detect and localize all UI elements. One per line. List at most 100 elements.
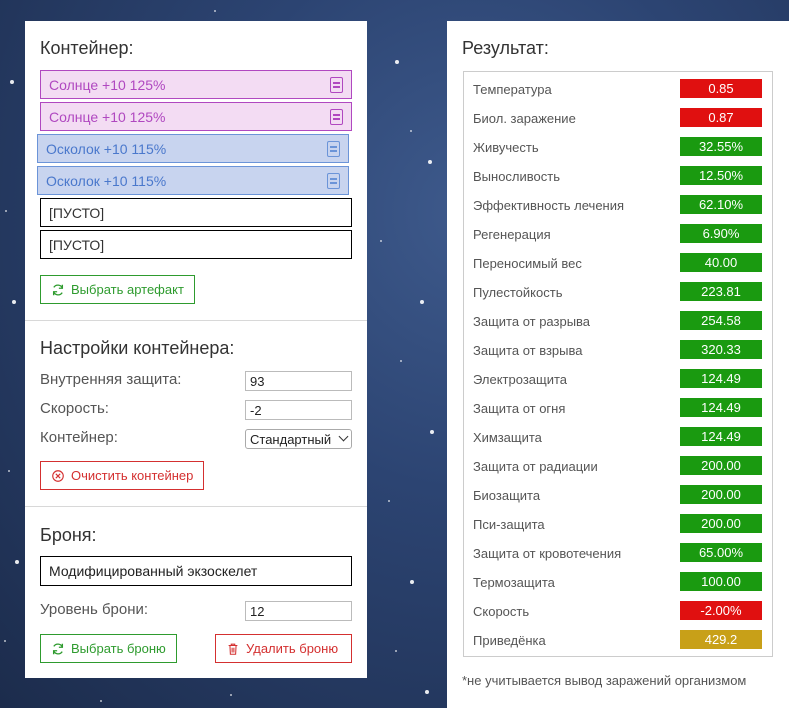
result-row: Пулестойкость 223.81 (464, 277, 772, 306)
artifact-slot[interactable]: [ПУСТО] (40, 230, 352, 259)
trash-icon (228, 643, 238, 655)
result-row-label: Приведёнка (473, 633, 546, 648)
result-row-value: 0.85 (680, 79, 762, 98)
result-row-label: Выносливость (473, 169, 560, 184)
result-row: Защита от огня 124.49 (464, 393, 772, 422)
select-artifact-label: Выбрать артефакт (71, 282, 184, 297)
result-row-label: Регенерация (473, 227, 551, 242)
result-row-value: 6.90% (680, 224, 762, 243)
document-icon (327, 141, 340, 157)
result-row-value: 429.2 (680, 630, 762, 649)
inner-protection-label: Внутренняя защита: (40, 371, 182, 388)
armor-level-label: Уровень брони: (40, 601, 149, 618)
result-row-label: Биозащита (473, 488, 541, 503)
result-row: Переносимый вес 40.00 (464, 248, 772, 277)
result-row-label: Живучесть (473, 140, 539, 155)
select-artifact-button[interactable]: Выбрать артефакт (40, 275, 195, 304)
result-row: Химзащита 124.49 (464, 422, 772, 451)
armor-name-field[interactable]: Модифицированный экзоскелет (40, 556, 352, 586)
artifact-slot-label: Осколок +10 115% (46, 172, 167, 189)
artifact-slot[interactable]: [ПУСТО] (40, 198, 352, 227)
result-row-value: 320.33 (680, 340, 762, 359)
artifact-slot-label: [ПУСТО] (49, 204, 105, 221)
result-row: Термозащита 100.00 (464, 567, 772, 596)
result-row-value: 200.00 (680, 514, 762, 533)
container-title: Контейнер: (40, 38, 134, 58)
armor-section: Броня: Модифицированный экзоскелет Урове… (25, 506, 367, 678)
cancel-circle-icon (52, 469, 64, 482)
artifact-slot-label: Осколок +10 115% (46, 140, 167, 157)
result-row-label: Химзащита (473, 430, 542, 445)
result-row: Защита от разрыва 254.58 (464, 306, 772, 335)
result-row: Защита от кровотечения 65.00% (464, 538, 772, 567)
artifact-slot-label: [ПУСТО] (49, 236, 105, 253)
result-row-label: Пулестойкость (473, 285, 563, 300)
select-armor-button[interactable]: Выбрать броню (40, 634, 177, 663)
result-row: Пси-защита 200.00 (464, 509, 772, 538)
armor-level-input[interactable]: 12 (245, 601, 352, 621)
artifact-slot[interactable]: Осколок +10 115% (37, 134, 349, 163)
result-row: Температура 0.85 (464, 74, 772, 103)
chevron-down-icon (338, 431, 349, 442)
result-row-value: 32.55% (680, 137, 762, 156)
result-row-value: 223.81 (680, 282, 762, 301)
delete-armor-label: Удалить броню (246, 641, 339, 656)
artifact-slot[interactable]: Осколок +10 115% (37, 166, 349, 195)
refresh-icon (52, 284, 64, 295)
artifact-slot[interactable]: Солнце +10 125% (40, 102, 352, 131)
delete-armor-button[interactable]: Удалить броню (215, 634, 352, 663)
result-row-value: 12.50% (680, 166, 762, 185)
container-type-select[interactable]: Стандартный (245, 429, 352, 449)
result-row-value: 62.10% (680, 195, 762, 214)
inner-protection-input[interactable]: 93 (245, 371, 352, 391)
result-row: Приведёнка 429.2 (464, 625, 772, 654)
result-row-value: 40.00 (680, 253, 762, 272)
result-row-label: Биол. заражение (473, 111, 576, 126)
result-row-value: -2.00% (680, 601, 762, 620)
result-row: Защита от взрыва 320.33 (464, 335, 772, 364)
result-row-value: 100.00 (680, 572, 762, 591)
container-settings-section: Настройки контейнера: Внутренняя защита:… (25, 320, 367, 505)
calculator-panel: Контейнер: Солнце +10 125% Солнце +10 12… (25, 21, 367, 678)
speed-input[interactable]: -2 (245, 400, 352, 420)
result-row-value: 124.49 (680, 398, 762, 417)
result-row: Скорость -2.00% (464, 596, 772, 625)
artifact-slot[interactable]: Солнце +10 125% (40, 70, 352, 99)
result-row-label: Температура (473, 82, 552, 97)
result-row: Биозащита 200.00 (464, 480, 772, 509)
container-type-label: Контейнер: (40, 429, 118, 446)
document-icon (330, 77, 343, 93)
armor-title: Броня: (40, 525, 97, 545)
result-row-value: 254.58 (680, 311, 762, 330)
result-row-label: Скорость (473, 604, 530, 619)
document-icon (330, 109, 343, 125)
result-row-label: Защита от кровотечения (473, 546, 622, 561)
footnote: *не учитывается вывод заражений организм… (462, 673, 747, 688)
result-row-label: Защита от взрыва (473, 343, 583, 358)
result-row: Биол. заражение 0.87 (464, 103, 772, 132)
clear-container-button[interactable]: Очистить контейнер (40, 461, 205, 490)
speed-label: Скорость: (40, 400, 109, 417)
clear-container-label: Очистить контейнер (71, 468, 194, 483)
result-row-label: Электрозащита (473, 372, 568, 387)
result-row-value: 124.49 (680, 369, 762, 388)
container-section: Контейнер: Солнце +10 125% Солнце +10 12… (25, 21, 367, 319)
result-table: Температура 0.85 Биол. заражение 0.87 Живуче… (463, 71, 773, 657)
artifact-slot-label: Солнце +10 125% (49, 108, 166, 125)
result-panel: Результат: Температура 0.85 Биол. заражени… (447, 21, 789, 708)
result-row-value: 65.00% (680, 543, 762, 562)
document-icon (327, 173, 340, 189)
result-row: Электрозащита 124.49 (464, 364, 772, 393)
result-row-label: Защита от огня (473, 401, 566, 416)
result-row: Регенерация 6.90% (464, 219, 772, 248)
result-row-label: Защита от радиации (473, 459, 598, 474)
result-row-label: Термозащита (473, 575, 555, 590)
select-armor-label: Выбрать броню (71, 641, 166, 656)
result-row-label: Пси-защита (473, 517, 545, 532)
result-row-label: Эффективность лечения (473, 198, 625, 213)
result-row-value: 200.00 (680, 456, 762, 475)
result-row-value: 200.00 (680, 485, 762, 504)
result-row-label: Защита от разрыва (473, 314, 591, 329)
result-row: Защита от радиации 200.00 (464, 451, 772, 480)
container-type-value: Стандартный (250, 431, 332, 447)
